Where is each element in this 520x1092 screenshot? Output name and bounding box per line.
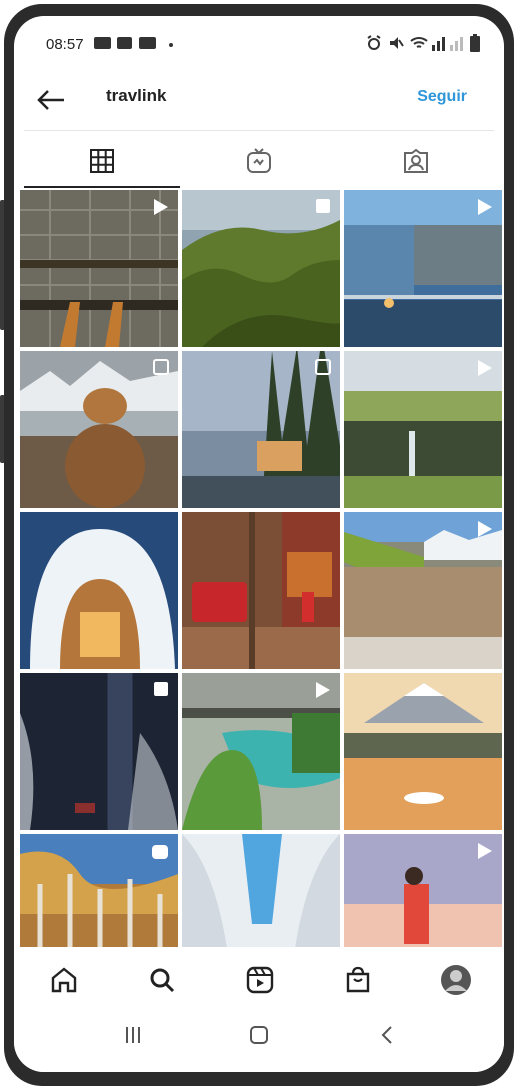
- grid-post[interactable]: [182, 512, 340, 669]
- youtube-icon: [94, 37, 111, 49]
- grid-post[interactable]: [182, 834, 340, 947]
- tab-igtv[interactable]: [181, 136, 337, 186]
- nav-profile[interactable]: [436, 960, 476, 1000]
- tagged-person-icon: [404, 148, 428, 173]
- post-image: [20, 512, 178, 669]
- grid-post[interactable]: [182, 351, 340, 508]
- grid-post[interactable]: [20, 190, 178, 347]
- igtv-icon: [152, 845, 168, 859]
- signal-icon: [450, 37, 463, 51]
- tab-grid[interactable]: [24, 136, 180, 188]
- status-time: 08:57: [46, 36, 84, 53]
- notification-dot-icon: [169, 43, 173, 47]
- profile-header: travlink Seguir: [14, 68, 504, 128]
- shop-icon: [346, 966, 370, 993]
- recent-apps-icon[interactable]: [124, 1026, 142, 1044]
- video-icon: [316, 682, 330, 698]
- profile-username: travlink: [106, 86, 167, 105]
- grid-post[interactable]: [182, 190, 340, 347]
- grid-post[interactable]: [344, 673, 502, 830]
- phone-frame: 08:57 travlink Seguir: [4, 4, 514, 1086]
- nav-search[interactable]: [142, 960, 182, 1000]
- phone-device: 08:57 travlink Seguir: [0, 0, 520, 1092]
- screen: 08:57 travlink Seguir: [14, 16, 504, 1072]
- video-icon: [478, 360, 492, 376]
- nav-home[interactable]: [44, 960, 84, 1000]
- battery-icon: [470, 34, 480, 52]
- back-arrow-icon[interactable]: [36, 88, 66, 112]
- video-icon: [478, 521, 492, 537]
- tv-icon: [247, 148, 271, 173]
- status-bar: 08:57: [14, 16, 504, 60]
- alarm-icon: [367, 35, 381, 50]
- grid-post[interactable]: [344, 351, 502, 508]
- post-image: [182, 512, 340, 669]
- carousel-icon: [153, 359, 169, 375]
- carousel-icon: [154, 682, 168, 696]
- nav-reels[interactable]: [240, 960, 280, 1000]
- video-icon: [154, 199, 168, 215]
- grid-post[interactable]: [344, 834, 502, 947]
- youtube-icon: [139, 37, 156, 49]
- grid-post[interactable]: [20, 834, 178, 947]
- signal-icon: [432, 37, 445, 51]
- reels-icon: [246, 966, 274, 994]
- bottom-navigation: [14, 950, 504, 1010]
- carousel-icon: [315, 359, 331, 375]
- wifi-icon: [410, 37, 428, 48]
- video-icon: [478, 843, 492, 859]
- posts-grid: [20, 190, 504, 947]
- grid-post[interactable]: [20, 512, 178, 669]
- grid-post[interactable]: [20, 673, 178, 830]
- mute-icon: [390, 37, 404, 49]
- grid-post[interactable]: [20, 351, 178, 508]
- back-nav-icon[interactable]: [380, 1026, 394, 1044]
- carousel-icon: [316, 199, 330, 213]
- follow-button[interactable]: Seguir: [417, 88, 467, 106]
- header-divider: [24, 130, 494, 131]
- post-image: [344, 673, 502, 830]
- linkedin-icon: [117, 37, 132, 49]
- grid-post[interactable]: [182, 673, 340, 830]
- grid-post[interactable]: [344, 190, 502, 347]
- grid-icon: [90, 149, 114, 173]
- video-icon: [478, 199, 492, 215]
- grid-post[interactable]: [344, 512, 502, 669]
- profile-tabs: [24, 136, 494, 188]
- profile-avatar: [441, 965, 471, 995]
- home-icon: [51, 967, 77, 993]
- search-icon: [150, 968, 175, 993]
- tab-tagged[interactable]: [338, 136, 494, 186]
- nav-shop[interactable]: [338, 960, 378, 1000]
- home-button-icon[interactable]: [250, 1026, 268, 1044]
- system-navigation: [14, 1010, 504, 1072]
- post-image: [182, 834, 340, 947]
